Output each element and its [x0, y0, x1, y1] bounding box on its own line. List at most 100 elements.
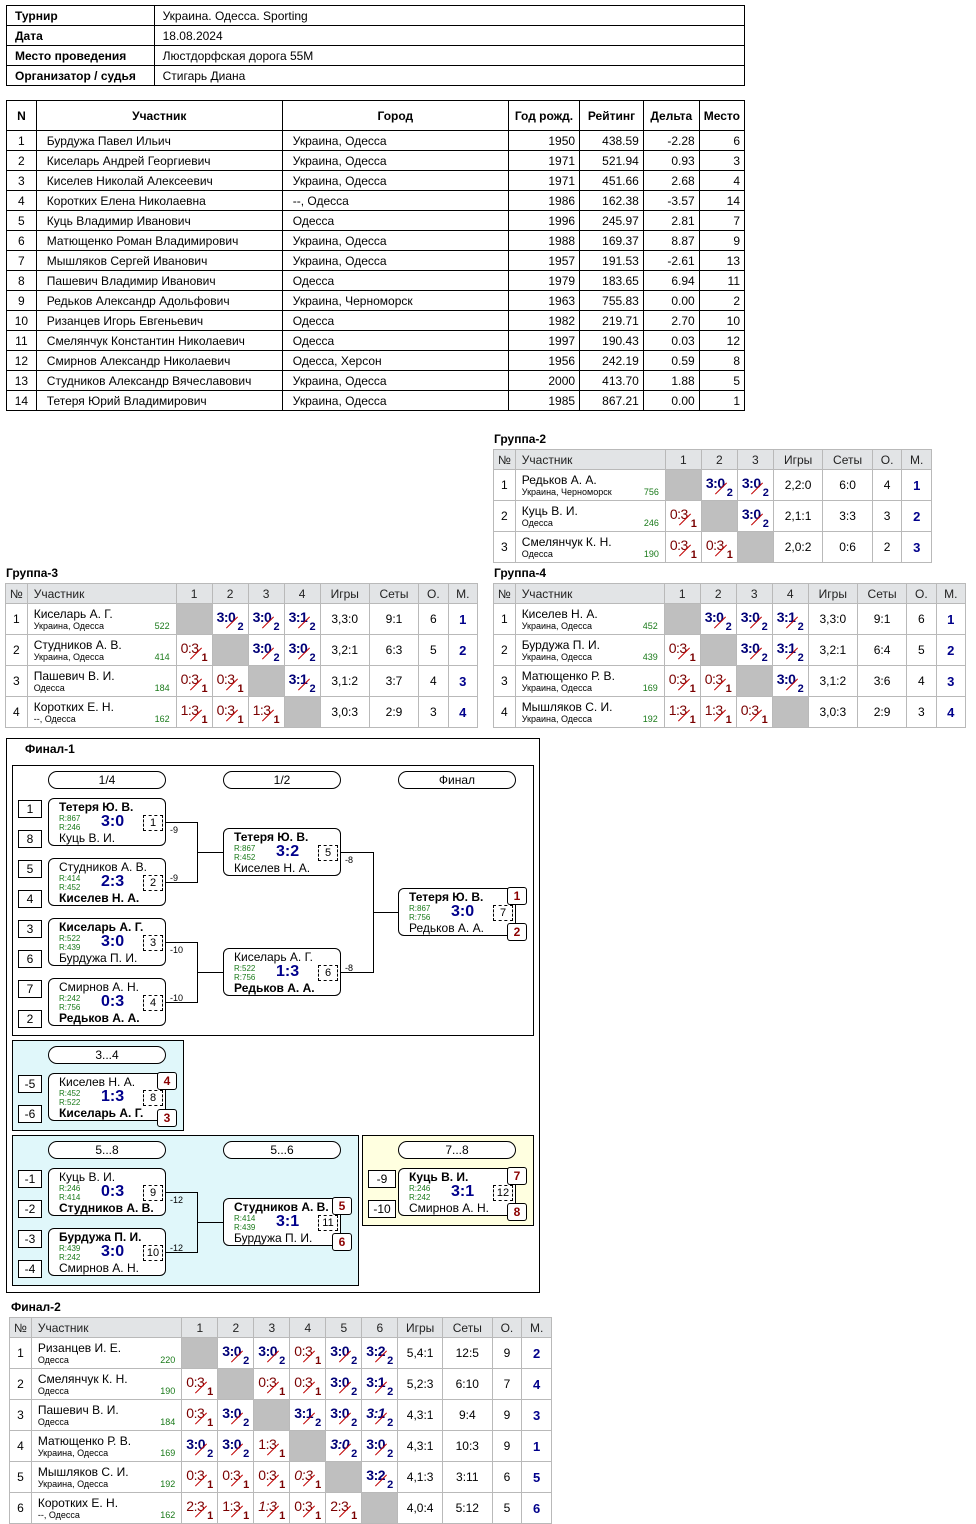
bracket-match[interactable]: Киселев Н. А. R:452 R:522 Киселарь А. Г. 1:3…: [48, 1073, 166, 1121]
score-text: 3:2: [366, 1467, 386, 1483]
info-value: Украина. Одесса. Sporting: [153, 5, 746, 26]
group-header-cell: №: [9, 1317, 32, 1338]
group-header-cell: 4: [283, 583, 321, 604]
score-cell: 3:0 2: [735, 634, 773, 666]
participant-cell: Одесса: [281, 210, 509, 231]
bracket-match[interactable]: Бурдужа П. И. R:439 R:242 Смирнов А. Н. 3:0 1…: [48, 1228, 166, 1276]
participant-row: 1 Бурдужа Павел Ильич Украина, Одесса 1950 4…: [6, 130, 746, 151]
score-points: 2: [761, 621, 768, 633]
group-pts: 5: [491, 1492, 523, 1524]
group-place: 1: [935, 603, 967, 635]
info-row: Дата 18.08.2024: [6, 25, 746, 46]
participant-rating: 169: [642, 682, 658, 693]
score-points: 1: [207, 1386, 214, 1398]
bracket-match[interactable]: Тетеря Ю. В. R:867 R:452 Киселев Н. А. 3:2 5: [223, 828, 341, 876]
score-cell: 3:0 2: [361, 1430, 399, 1462]
info-key: Турнир: [6, 5, 155, 26]
participant-cell: 1979: [507, 270, 581, 291]
bracket-match[interactable]: Киселарь А. Г. R:522 R:439 Бурдужа П. И. 3:0…: [48, 918, 166, 966]
group-games: 5,2:3: [397, 1368, 443, 1400]
match-score: 3:1 2: [290, 1400, 325, 1430]
group-sets: 5:12: [441, 1492, 493, 1524]
score-cell: 0:3 1: [664, 500, 702, 532]
participant-cell: Мышляков Сергей Иванович: [35, 250, 283, 271]
participant-cell: 3: [698, 150, 746, 171]
participant-meta: Одесса 184: [32, 1417, 181, 1428]
participant-rating: 190: [643, 548, 659, 559]
bracket-match[interactable]: Студников А. В. R:414 R:452 Киселев Н. А. 2:…: [48, 858, 166, 906]
participant-cell: 413.70: [579, 370, 644, 391]
score-text: 3:0: [741, 475, 761, 491]
rating-a: R:867: [59, 814, 81, 823]
participant-cell: Украина, Одесса: [281, 130, 509, 151]
column-header: Участник: [35, 100, 283, 131]
score-points: 2: [797, 683, 804, 695]
participant-city: Одесса: [37, 1354, 69, 1365]
group-header-cell: О.: [906, 583, 937, 604]
group-header-cell: Игры: [397, 1317, 443, 1338]
score-points: 1: [725, 683, 732, 695]
group-place: 2: [935, 634, 967, 666]
player-b: Редьков А. А.: [234, 981, 315, 995]
group-sets: 6:0: [822, 469, 873, 501]
bracket-match[interactable]: Куць В. И. R:246 R:414 Студников А. В. 0:3 9: [48, 1168, 166, 1216]
participant-cell: Мышляков С. И. Украина, Одесса 192: [30, 1461, 183, 1493]
group-header-cell: Участник: [514, 583, 665, 604]
group-header-row: № Участник 1 2 3 4 5 6 Игры Сеты О. М.: [9, 1317, 552, 1338]
match-number: 11: [318, 1215, 338, 1231]
participant-cell: 1997: [507, 330, 581, 351]
score-points: 2: [387, 1448, 394, 1460]
score-cell: 0:3 1: [175, 634, 213, 666]
score-points: 1: [689, 683, 696, 695]
score-cell: [211, 634, 249, 666]
score-cell: [771, 696, 809, 728]
score-points: 2: [387, 1479, 394, 1491]
score-cell: 0:3 1: [289, 1461, 327, 1493]
participant-cell: 1950: [507, 130, 581, 151]
match-score: 0:3 1: [290, 1369, 325, 1399]
score-points: 2: [243, 1417, 250, 1429]
score-points: 1: [315, 1386, 322, 1398]
bracket-match[interactable]: Киселарь А. Г. R:522 R:756 Редьков А. А. 1:3…: [223, 948, 341, 996]
bracket-match[interactable]: Тетеря Ю. В. R:867 R:756 Редьков А. А. 3:0 7: [398, 888, 516, 936]
score-cell: 3:0 2: [325, 1430, 363, 1462]
score-cell: 0:3 1: [289, 1337, 327, 1369]
bracket-match[interactable]: Студников А. В. R:414 R:439 Бурдужа П. И. 3:…: [223, 1198, 341, 1246]
group-header-cell: 1: [181, 1317, 219, 1338]
score-cell: 3:1 2: [361, 1368, 399, 1400]
participant-cell: Одесса: [281, 330, 509, 351]
participant-rating: 220: [160, 1354, 176, 1365]
score-points: 1: [207, 1510, 214, 1522]
participant-meta: Украина, Одесса 439: [516, 652, 664, 663]
group-4-table: № Участник 1 2 3 4 Игры Сеты О. М. 1 Киселев Н. А. У…: [493, 583, 967, 728]
bracket-line: [197, 852, 224, 853]
group-header-cell: 1: [664, 449, 702, 470]
match-score: 0:3 1: [702, 532, 737, 562]
participant-city: Одесса: [37, 1416, 69, 1427]
group-games: 3,2:1: [319, 634, 370, 666]
group-pts: 9: [491, 1399, 523, 1431]
participant-row: 12 Смирнов Александр Николаевич Одесса, Хе…: [6, 350, 746, 371]
score-cell: 3:0 2: [283, 634, 321, 666]
group-header-cell: 5: [325, 1317, 363, 1338]
bracket-match[interactable]: Тетеря Ю. В. R:867 R:246 Куць В. И. 3:0 1: [48, 798, 166, 846]
participant-meta: Украина, Одесса 192: [32, 1479, 181, 1490]
bracket-match[interactable]: Куць В. И. R:246 R:242 Смирнов А. Н. 3:1 12: [398, 1168, 516, 1216]
score-cell: 3:0 2: [700, 469, 738, 501]
player-b: Студников А. В.: [59, 1201, 154, 1215]
participant-cell: 8.87: [642, 230, 700, 251]
score-points: 1: [207, 1479, 214, 1491]
tournament-info-table: Турнир Украина. Одесса. Sporting Дата 18.08…: [6, 5, 746, 86]
participant-cell: 1971: [507, 150, 581, 171]
round-header: 1/2: [223, 771, 341, 789]
row-number: 1: [9, 1337, 32, 1369]
match-score: 2:3: [101, 873, 125, 890]
bracket-match[interactable]: Смирнов А. Н. R:242 R:756 Редьков А. А. 0:3 4: [48, 978, 166, 1026]
score-points: 1: [690, 518, 697, 530]
group-header-row: № Участник 1 2 3 4 Игры Сеты О. М.: [493, 583, 967, 604]
score-points: 2: [243, 1355, 250, 1367]
participant-city: Украина, Одесса: [37, 1478, 109, 1489]
match-score: 3:0 2: [738, 470, 773, 500]
participant-row: 9 Редьков Александр Адольфович Украина, Че…: [6, 290, 746, 311]
row-number: 3: [5, 665, 28, 697]
